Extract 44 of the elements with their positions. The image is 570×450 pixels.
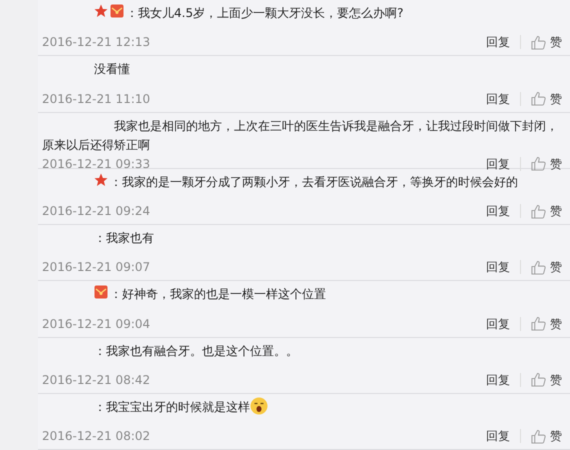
comment-text: ：我女儿4.5岁，上面少一颗大牙没长，要怎么办啊? — [126, 5, 404, 22]
comment-time: 2016-12-21 09:07 — [42, 259, 152, 276]
like-button[interactable]: 赞 — [531, 370, 562, 389]
thumbs-up-icon — [531, 372, 546, 388]
star-icon — [94, 172, 108, 187]
comment-time: 2016-12-21 08:42 — [42, 372, 152, 389]
thumbs-up-icon — [531, 34, 546, 50]
reply-link[interactable]: 回复 — [486, 33, 510, 52]
comment-time: 2016-12-21 09:33 — [42, 156, 152, 172]
reply-link[interactable]: 回复 — [486, 427, 510, 445]
thumbs-up-icon — [531, 91, 546, 106]
comment-text: ：我家的是一颗牙分成了两颗小牙，去看牙医说融合牙，等换牙的时候会好的 — [110, 174, 519, 191]
comment-text: ：我宝宝出牙的时候就是这样 — [94, 398, 250, 416]
like-button[interactable]: 赞 — [531, 33, 562, 52]
comment-text: 没看懂 — [94, 61, 131, 78]
thumbs-up-icon — [531, 428, 546, 444]
like-button[interactable]: 赞 — [531, 258, 562, 276]
reply-link[interactable]: 回复 — [486, 90, 510, 108]
comment-text: ：好神奇，我家的也是一模一样这个位置 — [110, 286, 327, 304]
like-button[interactable]: 赞 — [531, 202, 562, 220]
comment-time: 2016-12-21 08:02 — [42, 428, 152, 445]
comment-time: 2016-12-21 12:13 — [42, 34, 152, 52]
comment-time: 2016-12-21 09:24 — [42, 203, 152, 220]
thumbs-up-icon — [531, 156, 546, 171]
envelope-icon — [110, 4, 124, 18]
reply-link[interactable]: 回复 — [486, 314, 510, 332]
envelope-icon — [94, 285, 108, 300]
star-icon — [94, 4, 108, 18]
thumbs-up-icon — [531, 204, 546, 218]
comment-text: 我家也是相同的地方，上次在三叶的医生告诉我是融合牙，让我过段时间做下封闭，原来以后还得矫正啊 — [42, 118, 559, 154]
reply-link[interactable]: 回复 — [486, 202, 510, 220]
comment-time: 2016-12-21 11:10 — [42, 90, 152, 108]
reply-link[interactable]: 回复 — [486, 258, 510, 276]
thumbs-up-icon — [531, 316, 546, 331]
thumbs-up-icon — [531, 260, 546, 275]
reply-link[interactable]: 回复 — [486, 370, 510, 389]
comment-text: ：我家也有 — [94, 230, 155, 247]
comment-time: 2016-12-21 09:04 — [42, 316, 152, 332]
like-button[interactable]: 赞 — [531, 314, 562, 332]
reply-link[interactable]: 回复 — [486, 154, 510, 172]
comment-text: ：我家也有融合牙。也是这个位置。。 — [94, 342, 299, 360]
like-button[interactable]: 赞 — [531, 90, 562, 108]
like-button[interactable]: 赞 — [531, 154, 562, 172]
like-button[interactable]: 赞 — [531, 427, 562, 445]
